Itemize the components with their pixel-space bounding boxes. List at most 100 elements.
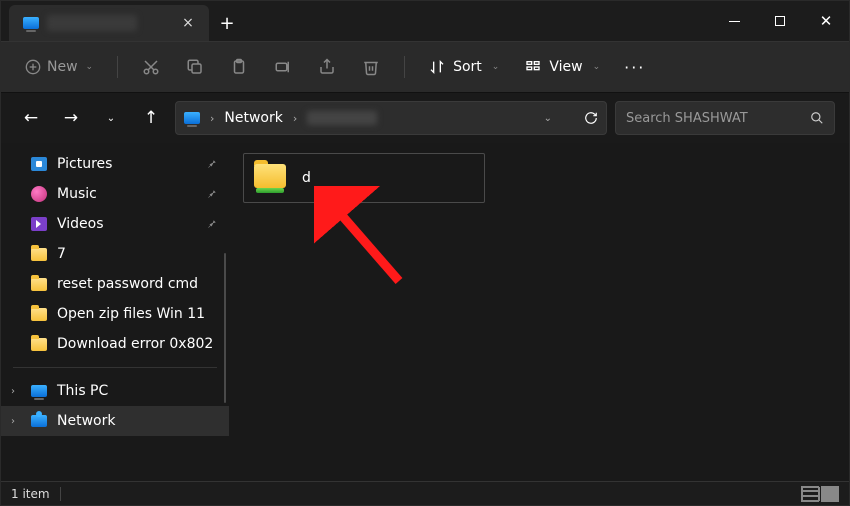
sidebar-label: reset password cmd <box>57 276 198 292</box>
sidebar-item-pictures[interactable]: Pictures <box>1 149 229 179</box>
tab-close-icon[interactable]: × <box>181 15 195 31</box>
separator <box>13 367 217 368</box>
new-tab-button[interactable]: + <box>209 5 245 41</box>
sort-label: Sort <box>453 59 482 75</box>
breadcrumb-network[interactable]: Network <box>224 110 282 126</box>
sort-button[interactable]: Sort ⌄ <box>419 53 509 81</box>
main-pane[interactable]: d <box>229 143 849 481</box>
paste-icon <box>230 58 248 76</box>
rename-icon <box>274 58 292 76</box>
folder-icon <box>31 338 47 351</box>
file-item-label: d <box>302 170 311 186</box>
trash-icon <box>362 58 380 76</box>
command-bar: New ⌄ Sort ⌄ View ⌄ <box>1 41 849 93</box>
item-count: 1 item <box>11 487 50 501</box>
delete-button[interactable] <box>352 50 390 84</box>
folder-icon <box>31 278 47 291</box>
sidebar-item-thispc[interactable]: › This PC <box>1 376 229 406</box>
up-button[interactable]: ↑ <box>135 102 167 134</box>
content-area: Pictures Music Videos 7 reset password c… <box>1 143 849 481</box>
sidebar-label: Pictures <box>57 156 112 172</box>
view-icon <box>525 59 541 75</box>
separator <box>60 487 61 501</box>
tab-title-redacted <box>47 15 137 31</box>
scrollbar-thumb[interactable] <box>224 253 226 403</box>
nav-row: ← → ⌄ ↑ › Network › ⌄ Search SHASHWAT <box>1 93 849 143</box>
videos-icon <box>31 217 47 231</box>
minimize-button[interactable] <box>711 1 757 41</box>
network-share-icon <box>254 164 288 192</box>
search-icon <box>810 111 824 125</box>
address-dropdown-icon[interactable]: ⌄ <box>544 113 552 124</box>
new-label: New <box>47 59 78 75</box>
expand-icon[interactable]: › <box>11 416 15 427</box>
forward-button[interactable]: → <box>55 102 87 134</box>
share-button[interactable] <box>308 50 346 84</box>
sidebar: Pictures Music Videos 7 reset password c… <box>1 143 229 481</box>
sidebar-item-folder[interactable]: Download error 0x802 <box>1 329 229 359</box>
music-icon <box>31 186 47 202</box>
pc-icon <box>31 385 47 397</box>
view-label: View <box>549 59 582 75</box>
sidebar-label: Videos <box>57 216 104 232</box>
window-controls: ✕ <box>711 1 849 41</box>
search-placeholder: Search SHASHWAT <box>626 111 748 126</box>
pictures-icon <box>31 157 47 171</box>
rename-button[interactable] <box>264 50 302 84</box>
sidebar-item-music[interactable]: Music <box>1 179 229 209</box>
chevron-down-icon: ⌄ <box>86 62 94 72</box>
sidebar-label: This PC <box>57 383 108 399</box>
window-tab[interactable]: × <box>9 5 209 41</box>
breadcrumb-leaf-redacted[interactable] <box>307 111 377 125</box>
icons-view-button[interactable] <box>821 486 839 502</box>
titlebar: × + ✕ <box>1 1 849 41</box>
folder-icon <box>31 308 47 321</box>
sidebar-label: 7 <box>57 246 66 262</box>
pin-icon <box>207 159 217 169</box>
separator <box>404 56 405 78</box>
more-button[interactable]: ··· <box>616 58 645 77</box>
back-button[interactable]: ← <box>15 102 47 134</box>
chevron-down-icon: ⌄ <box>492 62 500 72</box>
sidebar-item-folder[interactable]: reset password cmd <box>1 269 229 299</box>
new-button[interactable]: New ⌄ <box>15 53 103 81</box>
sidebar-item-folder[interactable]: 7 <box>1 239 229 269</box>
address-bar[interactable]: › Network › ⌄ <box>175 101 607 135</box>
paste-button[interactable] <box>220 50 258 84</box>
cut-button[interactable] <box>132 50 170 84</box>
folder-icon <box>31 248 47 261</box>
sidebar-item-network[interactable]: › Network <box>1 406 229 436</box>
refresh-icon[interactable] <box>584 111 598 125</box>
chevron-right-icon[interactable]: › <box>210 112 214 125</box>
copy-button[interactable] <box>176 50 214 84</box>
pin-icon <box>207 219 217 229</box>
expand-icon[interactable]: › <box>11 386 15 397</box>
sort-icon <box>429 59 445 75</box>
plus-circle-icon <box>25 59 41 75</box>
sidebar-item-folder[interactable]: Open zip files Win 11 <box>1 299 229 329</box>
search-box[interactable]: Search SHASHWAT <box>615 101 835 135</box>
pc-icon <box>184 112 200 124</box>
sidebar-label: Music <box>57 186 97 202</box>
recent-dropdown[interactable]: ⌄ <box>95 102 127 134</box>
copy-icon <box>186 58 204 76</box>
chevron-down-icon: ⌄ <box>593 62 601 72</box>
chevron-right-icon[interactable]: › <box>293 112 297 125</box>
pin-icon <box>207 189 217 199</box>
close-button[interactable]: ✕ <box>803 1 849 41</box>
sidebar-item-videos[interactable]: Videos <box>1 209 229 239</box>
share-icon <box>318 58 336 76</box>
sidebar-label: Open zip files Win 11 <box>57 306 205 322</box>
sidebar-label: Network <box>57 413 115 429</box>
status-bar: 1 item <box>1 481 849 505</box>
separator <box>117 56 118 78</box>
file-item-network-share[interactable]: d <box>243 153 485 203</box>
view-button[interactable]: View ⌄ <box>515 53 610 81</box>
maximize-button[interactable] <box>757 1 803 41</box>
cut-icon <box>142 58 160 76</box>
sidebar-label: Download error 0x802 <box>57 336 213 352</box>
network-icon <box>31 415 47 427</box>
view-mode-switch <box>801 486 839 502</box>
details-view-button[interactable] <box>801 486 819 502</box>
explorer-window: × + ✕ New ⌄ <box>0 0 850 506</box>
